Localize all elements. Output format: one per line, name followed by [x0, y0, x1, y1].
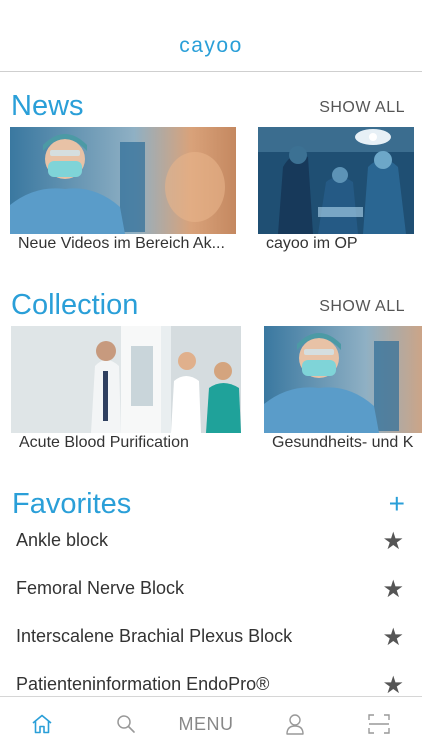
news-card-label: Neue Videos im Bereich Ak... — [18, 235, 225, 252]
tab-profile[interactable] — [272, 697, 318, 750]
star-icon[interactable]: ★ — [382, 623, 404, 652]
collection-title: Collection — [11, 289, 139, 321]
star-icon[interactable]: ★ — [382, 527, 404, 556]
news-card-label: cayoo im OP — [266, 235, 358, 252]
news-card[interactable]: cayoo im OP — [258, 127, 414, 257]
collection-carousel[interactable]: Acute Blood Purification Gesundheits- un… — [0, 326, 422, 456]
star-icon[interactable]: ★ — [382, 575, 404, 604]
search-icon — [117, 715, 135, 733]
bottom-tab-bar: MENU — [0, 696, 422, 750]
favorite-row[interactable]: Femoral Nerve Block ★ — [0, 575, 422, 626]
collection-card[interactable]: Acute Blood Purification — [11, 326, 241, 456]
star-icon[interactable]: ★ — [382, 674, 404, 696]
favorite-row[interactable]: Ankle block ★ — [0, 527, 422, 578]
favorite-label: Ankle block — [16, 530, 109, 550]
news-title: News — [11, 90, 84, 122]
collection-show-all-button[interactable]: SHOW ALL — [319, 298, 405, 316]
collection-thumbnail-hallway — [11, 326, 241, 433]
home-icon — [32, 714, 52, 734]
app-header: cayoo — [0, 0, 422, 72]
menu-label: MENU — [178, 713, 234, 734]
tab-home[interactable] — [18, 697, 66, 750]
tab-search[interactable] — [104, 697, 148, 750]
collection-card[interactable]: Gesundheits- und K — [264, 326, 422, 456]
news-thumbnail-medic — [10, 127, 236, 234]
tab-menu[interactable]: MENU — [166, 697, 246, 750]
app-logo: cayoo — [179, 34, 243, 57]
tab-scan[interactable] — [354, 697, 404, 750]
favorite-row[interactable]: Patienteninformation EndoPro® ★ — [0, 674, 422, 696]
favorite-label: Interscalene Brachial Plexus Block — [16, 626, 293, 646]
news-card[interactable]: Neue Videos im Bereich Ak... — [10, 127, 236, 257]
collection-thumbnail-medic — [264, 326, 422, 433]
news-show-all-button[interactable]: SHOW ALL — [319, 99, 405, 117]
add-favorite-button[interactable]: + — [389, 490, 405, 518]
user-icon — [286, 714, 304, 735]
favorites-title: Favorites — [12, 488, 132, 520]
scan-icon — [368, 714, 390, 734]
favorite-label: Femoral Nerve Block — [16, 578, 185, 598]
collection-card-label: Gesundheits- und K — [272, 434, 414, 451]
favorite-label: Patienteninformation EndoPro® — [16, 674, 270, 694]
news-carousel[interactable]: Neue Videos im Bereich Ak... cayoo im OP — [0, 127, 422, 257]
news-thumbnail-surgery — [258, 127, 414, 234]
favorite-row[interactable]: Interscalene Brachial Plexus Block ★ — [0, 623, 422, 674]
collection-card-label: Acute Blood Purification — [19, 434, 189, 451]
